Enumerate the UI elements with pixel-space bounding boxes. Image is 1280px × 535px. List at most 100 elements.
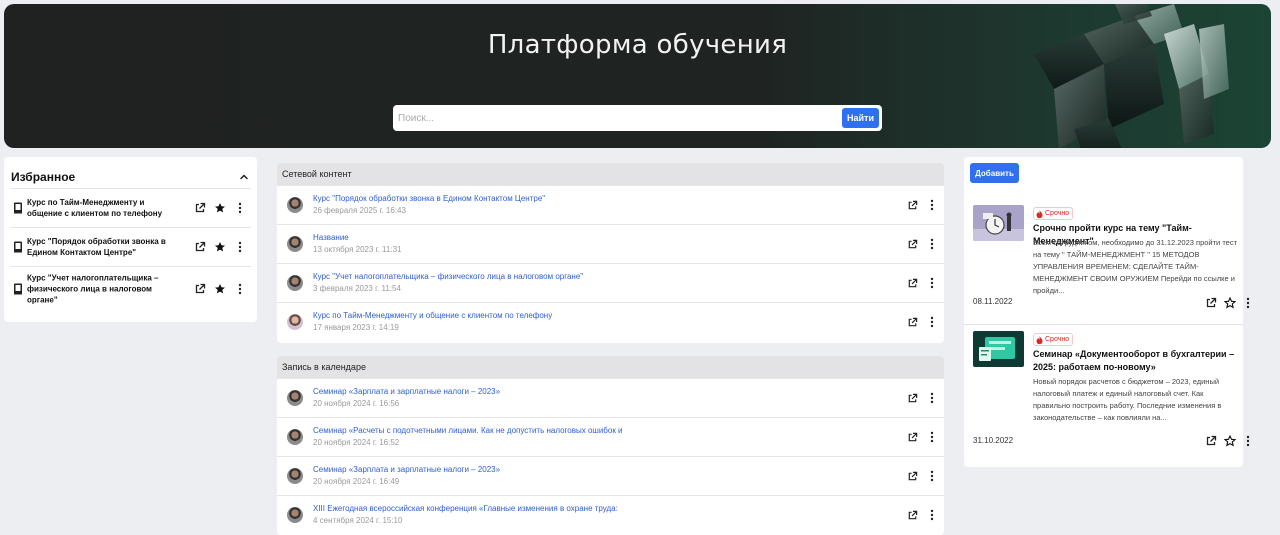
- content-row[interactable]: Название 13 октября 2023 г. 11:31: [277, 224, 944, 263]
- more-vertical-icon[interactable]: [930, 199, 934, 211]
- news-panel: Добавить Срочно Срочно пройти курс на те…: [964, 157, 1250, 467]
- row-date: 20 ноября 2024 г. 16:52: [313, 438, 400, 447]
- row-date: 4 сентября 2024 г. 15:10: [313, 516, 403, 525]
- news-item[interactable]: Срочно Семинар «Документооборот в бухгал…: [964, 331, 1250, 461]
- news-thumbnail: [973, 331, 1024, 367]
- external-link-icon[interactable]: [194, 283, 206, 295]
- section-header: Запись в календаре: [277, 356, 944, 378]
- news-title[interactable]: Семинар «Документооборот в бухгалтерии –…: [1033, 348, 1239, 374]
- hero-banner: Платформа обучения Найти: [4, 4, 1271, 148]
- search-bar: Найти: [393, 105, 882, 131]
- more-vertical-icon[interactable]: [234, 241, 246, 253]
- favorites-list: Курс по Тайм-Менеджменту и общение с кли…: [11, 188, 251, 310]
- favorite-item[interactable]: Курс "Учет налогоплательщика – физическо…: [11, 266, 251, 310]
- more-vertical-icon[interactable]: [1246, 435, 1250, 447]
- favorite-item[interactable]: Курс по Тайм-Менеджменту и общение с кли…: [11, 188, 251, 227]
- external-link-icon[interactable]: [907, 239, 918, 250]
- more-vertical-icon[interactable]: [930, 470, 934, 482]
- more-vertical-icon[interactable]: [234, 202, 246, 214]
- avatar: [287, 314, 303, 330]
- avatar: [287, 197, 303, 213]
- content-row[interactable]: Курс "Порядок обработки звонка в Едином …: [277, 185, 944, 224]
- news-description: Новый порядок расчетов с бюджетом – 2023…: [1033, 377, 1222, 422]
- row-title-link[interactable]: Семинар «Зарплата и зарплатные налоги – …: [313, 387, 500, 396]
- external-link-icon[interactable]: [907, 317, 918, 328]
- external-link-icon[interactable]: [1205, 435, 1217, 447]
- clock-person-illustration: [973, 205, 1024, 241]
- avatar: [287, 429, 303, 445]
- external-link-icon[interactable]: [907, 393, 918, 404]
- more-vertical-icon[interactable]: [930, 431, 934, 443]
- more-vertical-icon[interactable]: [1246, 297, 1250, 309]
- content-row[interactable]: Курс "Учет налогоплательщика – физическо…: [277, 263, 944, 302]
- favorites-header: Избранное: [11, 164, 251, 190]
- external-link-icon[interactable]: [194, 202, 206, 214]
- page-title: Платформа обучения: [487, 30, 788, 60]
- urgent-badge-label: Срочно: [1045, 336, 1070, 343]
- search-input[interactable]: [395, 107, 835, 129]
- fire-icon: [1036, 209, 1043, 218]
- star-outline-icon[interactable]: [1224, 297, 1236, 309]
- more-vertical-icon[interactable]: [234, 283, 246, 295]
- more-vertical-icon[interactable]: [930, 238, 934, 250]
- section-header: Сетевой контент: [277, 163, 944, 185]
- calendar-row[interactable]: Семинар «Зарплата и зарплатные налоги – …: [277, 378, 944, 417]
- row-date: 20 ноября 2024 г. 16:49: [313, 477, 400, 486]
- external-link-icon[interactable]: [907, 471, 918, 482]
- external-link-icon[interactable]: [907, 432, 918, 443]
- book-icon: [14, 241, 22, 253]
- urgent-badge: Срочно: [1033, 333, 1074, 346]
- external-link-icon[interactable]: [907, 510, 918, 521]
- book-icon: [14, 283, 22, 295]
- star-icon[interactable]: [214, 241, 226, 253]
- avatar: [287, 507, 303, 523]
- row-date: 3 февраля 2023 г. 11:54: [313, 284, 401, 293]
- avatar: [287, 468, 303, 484]
- more-vertical-icon[interactable]: [930, 392, 934, 404]
- row-date: 26 февраля 2025 г. 16:43: [313, 206, 406, 215]
- row-title-link[interactable]: Название: [313, 233, 349, 242]
- urgent-badge-label: Срочно: [1045, 210, 1070, 217]
- row-title-link[interactable]: Курс по Тайм-Менеджменту и общение с кли…: [313, 311, 552, 320]
- row-title-link[interactable]: Семинар «Зарплата и зарплатные налоги – …: [313, 465, 500, 474]
- favorite-label[interactable]: Курс "Порядок обработки звонка в Едином …: [27, 236, 167, 258]
- external-link-icon[interactable]: [907, 200, 918, 211]
- calendar-row[interactable]: Семинар «Расчеты с подотчетными лицами. …: [277, 417, 944, 456]
- news-thumbnail: [973, 205, 1024, 241]
- content-row[interactable]: Курс по Тайм-Менеджменту и общение с кли…: [277, 302, 944, 341]
- more-vertical-icon[interactable]: [930, 509, 934, 521]
- favorite-item[interactable]: Курс "Порядок обработки звонка в Едином …: [11, 227, 251, 266]
- row-date: 20 ноября 2024 г. 16:56: [313, 399, 400, 408]
- row-title-link[interactable]: Семинар «Расчеты с подотчетными лицами. …: [313, 426, 623, 435]
- favorite-label[interactable]: Курс "Учет налогоплательщика – физическо…: [27, 272, 167, 305]
- star-outline-icon[interactable]: [1224, 435, 1236, 447]
- news-date: 08.11.2022: [973, 297, 1013, 306]
- more-vertical-icon[interactable]: [930, 316, 934, 328]
- external-link-icon[interactable]: [194, 241, 206, 253]
- search-button[interactable]: Найти: [842, 108, 879, 128]
- external-link-icon[interactable]: [1205, 297, 1217, 309]
- calendar-row[interactable]: Семинар «Зарплата и зарплатные налоги – …: [277, 456, 944, 495]
- documents-illustration: [973, 331, 1024, 367]
- add-button[interactable]: Добавить: [970, 163, 1019, 183]
- star-icon[interactable]: [214, 202, 226, 214]
- cubes-illustration: [1034, 4, 1229, 148]
- row-title-link[interactable]: Курс "Порядок обработки звонка в Едином …: [313, 194, 545, 203]
- row-title-link[interactable]: Курс "Учет налогоплательщика – физическо…: [313, 272, 583, 281]
- chevron-up-icon[interactable]: [237, 170, 251, 184]
- news-item[interactable]: Срочно Срочно пройти курс на тему "Тайм-…: [964, 205, 1250, 335]
- favorite-label[interactable]: Курс по Тайм-Менеджменту и общение с кли…: [27, 197, 167, 219]
- more-vertical-icon[interactable]: [930, 277, 934, 289]
- row-date: 17 января 2023 г. 14:19: [313, 323, 399, 332]
- divider: [964, 324, 1243, 325]
- star-icon[interactable]: [214, 283, 226, 295]
- news-description: Всем сотрудником, необходимо до 31.12.20…: [1033, 238, 1238, 295]
- avatar: [287, 390, 303, 406]
- row-title-link[interactable]: XIII Ежегодная всероссийская конференция…: [313, 504, 618, 513]
- calendar-row[interactable]: XIII Ежегодная всероссийская конференция…: [277, 495, 944, 534]
- news-date: 31.10.2022: [973, 436, 1014, 445]
- external-link-icon[interactable]: [907, 278, 918, 289]
- fire-icon: [1036, 335, 1043, 344]
- avatar: [287, 275, 303, 291]
- avatar: [287, 236, 303, 252]
